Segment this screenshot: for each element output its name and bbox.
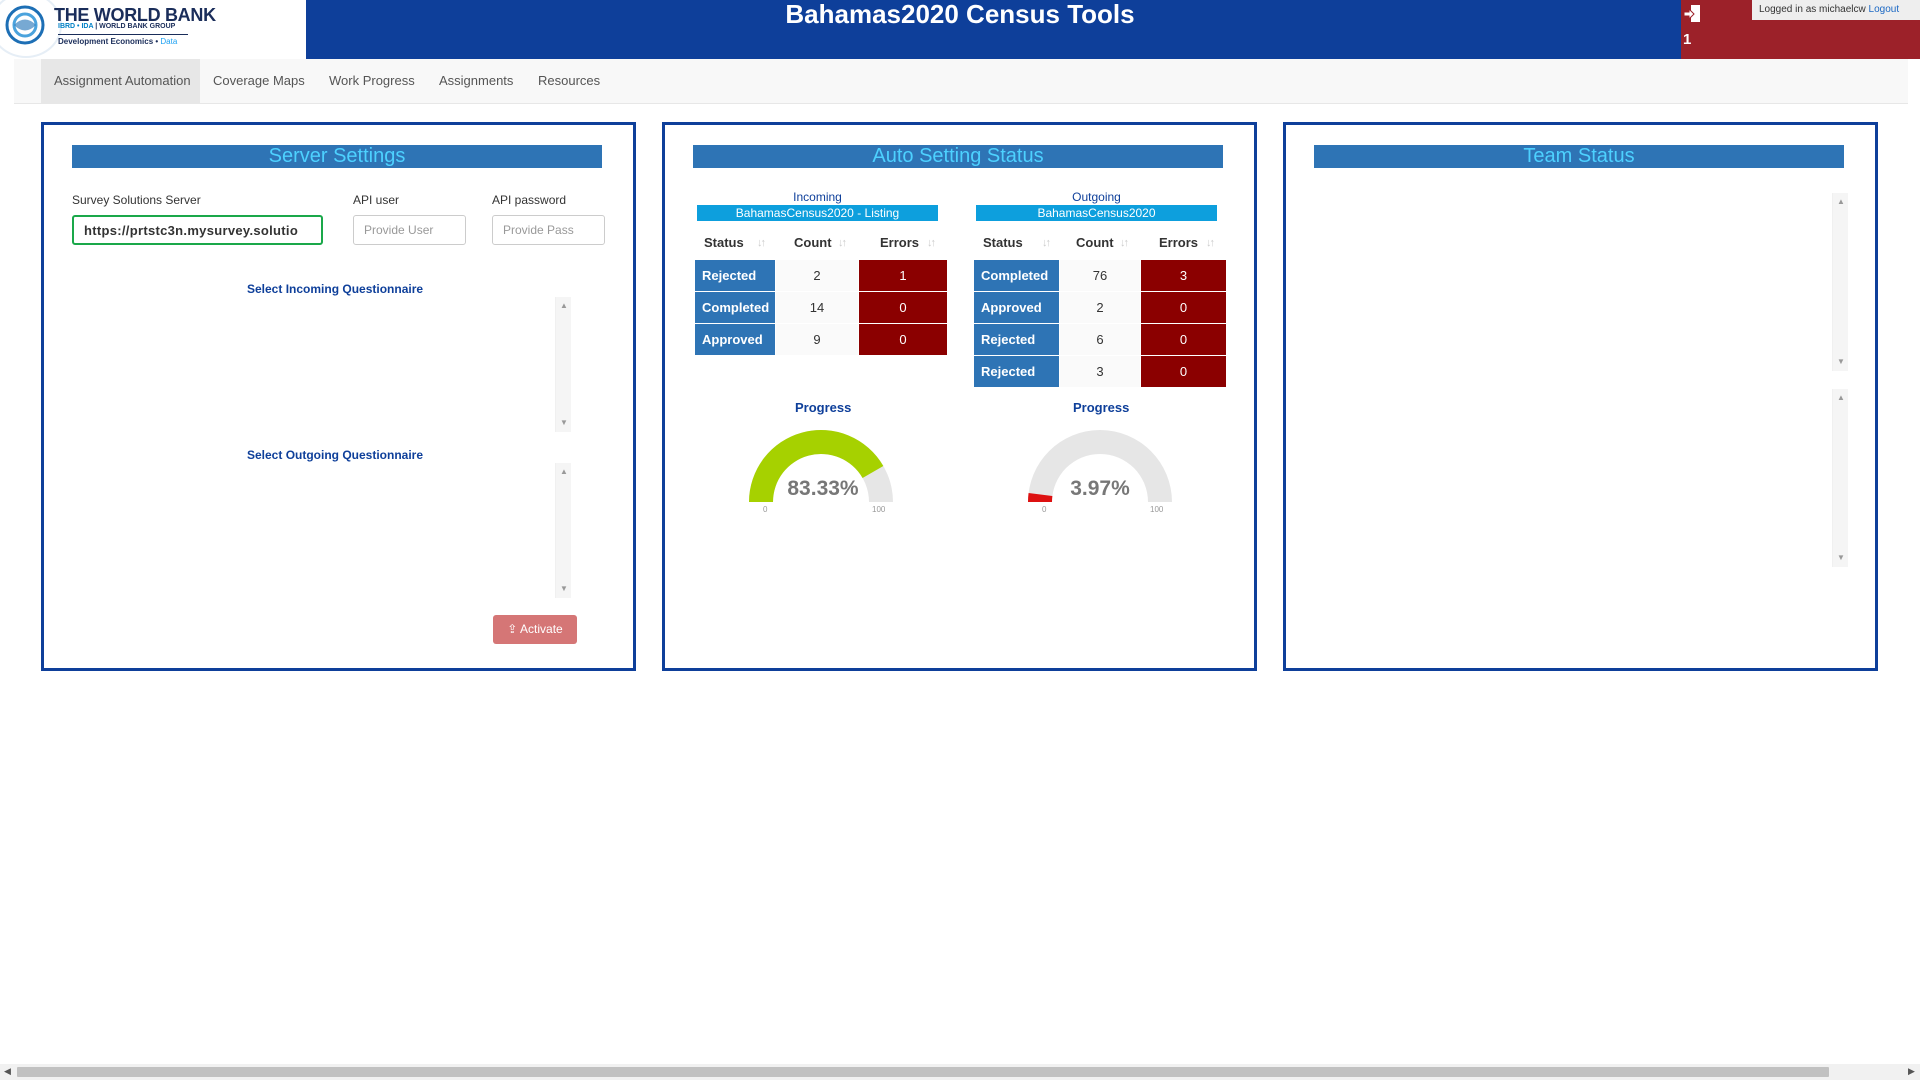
table-cell-count: 2 [1060,292,1140,323]
panel-title: Server Settings [72,145,602,168]
server-label: Survey Solutions Server [72,193,201,207]
api-user-label: API user [353,193,400,207]
logout-link[interactable]: Logout [1869,4,1900,15]
panel-title: Team Status [1314,145,1844,168]
table-cell-errors: 0 [1141,324,1226,355]
incoming-heading: Incoming [793,190,842,204]
table-cell-status: Approved [974,292,1059,323]
panel-title: Auto Setting Status [693,145,1223,168]
outgoing-progress-label: Progress [1073,400,1130,415]
tab-assignments[interactable]: Assignments [439,59,513,103]
table-cell-errors: 0 [1141,292,1226,323]
outgoing-heading: Outgoing [1072,190,1121,204]
outgoing-questionnaire-scrollbar[interactable]: ▲ ▼ [555,463,571,598]
world-bank-logo[interactable]: THE WORLD BANK IBRD • IDA | WORLD BANK G… [0,0,306,59]
logo-dev-econ: Development Economics • [58,37,159,46]
scroll-up-icon[interactable]: ▲ [1833,197,1849,207]
logo-divider [58,34,188,35]
logged-in-text: Logged in as michaelcw [1759,4,1866,15]
table-cell-status: Approved [695,324,775,355]
col-count[interactable]: Count [794,235,832,250]
team-detail-scrollbar[interactable]: ▲ ▼ [1832,389,1848,567]
logo-ibrd-ida: IBRD • IDA [58,23,94,30]
sort-icon[interactable]: ↓↑ [1206,237,1215,249]
globe-icon [0,0,60,56]
incoming-questionnaire-name: BahamasCensus2020 - Listing [697,205,938,221]
incoming-questionnaire-scrollbar[interactable]: ▲ ▼ [555,297,571,432]
activate-label: Activate [520,622,563,636]
col-count[interactable]: Count [1076,235,1114,250]
outgoing-questionnaire-name: BahamasCensus2020 [976,205,1217,221]
table-cell-count: 6 [1060,324,1140,355]
table-cell-count: 14 [776,292,858,323]
table-cell-count: 76 [1060,260,1140,291]
gauge-min-label: 0 [763,505,768,514]
server-settings-panel: Server Settings Survey Solutions Server … [41,122,636,671]
logo-tagline: Development Economics • Data [58,37,177,46]
page-title: Bahamas2020 Census Tools [785,0,1135,29]
tab-resources[interactable]: Resources [538,59,600,103]
col-errors[interactable]: Errors [880,235,919,250]
scrollbar-thumb[interactable] [17,1067,1829,1077]
logo-wbg: WORLD BANK GROUP [99,23,176,30]
col-status[interactable]: Status [704,235,744,250]
tab-work-progress[interactable]: Work Progress [329,59,415,103]
table-cell-status: Rejected [974,356,1059,387]
col-errors[interactable]: Errors [1159,235,1198,250]
table-cell-errors: 3 [1141,260,1226,291]
sort-icon[interactable]: ↓↑ [1042,237,1051,249]
table-cell-count: 3 [1060,356,1140,387]
team-list-scrollbar[interactable]: ▲ ▼ [1832,193,1848,371]
incoming-progress-label: Progress [795,400,852,415]
table-cell-errors: 0 [859,324,947,355]
sort-icon[interactable]: ↓↑ [838,237,847,249]
logo-data: Data [160,37,178,46]
api-user-input[interactable]: Provide User [353,215,466,245]
team-status-panel: Team Status ▲ ▼ ▲ ▼ [1283,122,1878,671]
incoming-questionnaire-label: Select Incoming Questionnaire [247,282,424,296]
gauge-max-label: 100 [872,505,886,514]
scroll-down-icon[interactable]: ▼ [556,584,572,594]
scroll-up-icon[interactable]: ▲ [556,301,572,311]
sign-out-icon[interactable] [1683,4,1703,24]
tab-assignment-automation[interactable]: Assignment Automation [41,59,200,103]
scroll-down-icon[interactable]: ▼ [556,418,572,428]
table-cell-count: 9 [776,324,858,355]
outgoing-progress-value: 3.97% [1070,477,1130,500]
activate-button[interactable]: ⇪ Activate [493,615,577,644]
notification-count[interactable]: 1 [1683,31,1691,48]
table-cell-status: Completed [695,292,775,323]
api-password-input[interactable]: Provide Pass [492,215,605,245]
sort-icon[interactable]: ↓↑ [1120,237,1129,249]
table-cell-errors: 0 [1141,356,1226,387]
tab-coverage-maps[interactable]: Coverage Maps [213,59,305,103]
scroll-up-icon[interactable]: ▲ [1833,393,1849,403]
gauge-max-label: 100 [1150,505,1164,514]
gauge-min-label: 0 [1042,505,1047,514]
col-status[interactable]: Status [983,235,1023,250]
table-cell-status: Rejected [974,324,1059,355]
auto-setting-status-panel: Auto Setting Status Incoming BahamasCens… [662,122,1257,671]
table-cell-status: Completed [974,260,1059,291]
api-password-label: API password [492,193,567,207]
table-cell-count: 2 [776,260,858,291]
scroll-up-icon[interactable]: ▲ [556,467,572,477]
login-status: Logged in as michaelcw Logout [1752,0,1920,20]
table-cell-errors: 0 [859,292,947,323]
outgoing-questionnaire-label: Select Outgoing Questionnaire [247,448,424,462]
scroll-left-icon[interactable]: ◀ [4,1066,11,1077]
upload-icon: ⇪ [507,622,518,636]
server-url-input[interactable]: https://prtstc3n.mysurvey.solutio [72,215,323,245]
main-nav: Assignment Automation Coverage Maps Work… [14,59,1908,104]
logo-subtitle: IBRD • IDA | WORLD BANK GROUP [58,23,176,30]
table-cell-status: Rejected [695,260,775,291]
sort-icon[interactable]: ↓↑ [927,237,936,249]
scroll-down-icon[interactable]: ▼ [1833,357,1849,367]
sort-icon[interactable]: ↓↑ [757,237,766,249]
incoming-progress-value: 83.33% [787,477,859,500]
table-cell-errors: 1 [859,260,947,291]
scroll-down-icon[interactable]: ▼ [1833,553,1849,563]
scroll-right-icon[interactable]: ▶ [1908,1066,1915,1077]
